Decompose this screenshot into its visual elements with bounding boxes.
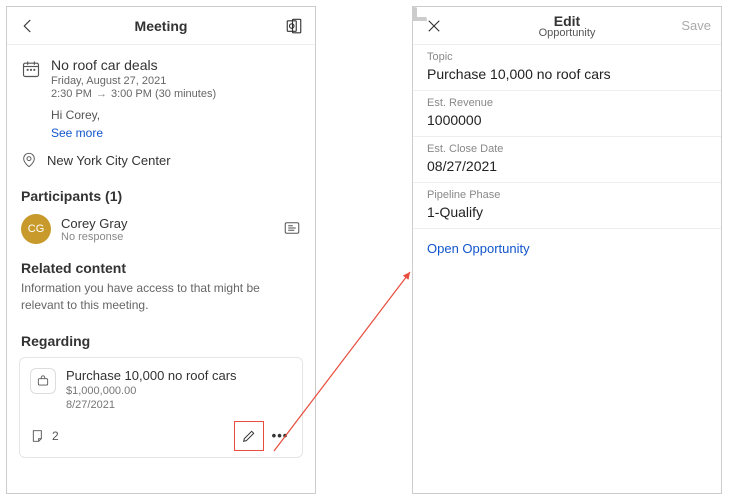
outlook-icon (285, 17, 303, 35)
location-row: New York City Center (7, 146, 315, 178)
regarding-date: 8/27/2021 (66, 399, 237, 411)
meeting-subject: No roof car deals (51, 57, 216, 73)
edit-titlebar: Edit Opportunity Save (413, 7, 721, 45)
field-close-date[interactable]: Est. Close Date 08/27/2021 (413, 137, 721, 183)
regarding-heading: Regarding (7, 323, 315, 353)
field-pipeline-phase[interactable]: Pipeline Phase 1-Qualify (413, 183, 721, 229)
regarding-revenue: $1,000,000.00 (66, 385, 237, 397)
location-icon (21, 152, 37, 168)
contact-card-icon[interactable] (283, 219, 301, 240)
close-icon (425, 17, 443, 35)
participant-row[interactable]: CG Corey Gray No response (7, 208, 315, 250)
pencil-icon (241, 428, 257, 444)
meeting-date: Friday, August 27, 2021 (51, 75, 216, 87)
location-text: New York City Center (47, 153, 171, 168)
back-button[interactable] (17, 15, 39, 37)
ellipsis-icon: ••• (272, 428, 289, 443)
related-heading: Related content (7, 250, 315, 280)
participant-name: Corey Gray (61, 216, 127, 231)
see-more-link[interactable]: See more (51, 126, 216, 140)
regarding-card[interactable]: Purchase 10,000 no roof cars $1,000,000.… (19, 357, 303, 458)
opportunity-icon (30, 368, 56, 394)
edit-subtitle: Opportunity (413, 27, 721, 39)
outlook-button[interactable] (283, 15, 305, 37)
edit-title: Edit (413, 13, 721, 29)
meeting-header: No roof car deals Friday, August 27, 202… (7, 45, 315, 146)
calendar-icon (21, 59, 41, 79)
avatar: CG (21, 214, 51, 244)
meeting-title: Meeting (7, 18, 315, 34)
field-topic[interactable]: Topic Purchase 10,000 no roof cars (413, 45, 721, 91)
save-button[interactable]: Save (681, 18, 711, 33)
participants-heading: Participants (1) (7, 178, 315, 208)
edit-button[interactable] (234, 421, 264, 451)
meeting-time: 2:30 PM→3:00 PM (30 minutes) (51, 88, 216, 100)
note-icon (30, 428, 46, 444)
meeting-panel: Meeting No roof car deals Friday, August… (6, 6, 316, 494)
chevron-left-icon (19, 17, 37, 35)
field-revenue[interactable]: Est. Revenue 1000000 (413, 91, 721, 137)
meeting-greeting: Hi Corey, (51, 108, 216, 122)
more-button[interactable]: ••• (268, 424, 292, 448)
participant-status: No response (61, 231, 127, 243)
open-opportunity-link[interactable]: Open Opportunity (413, 229, 721, 268)
edit-panel: Edit Opportunity Save Topic Purchase 10,… (412, 6, 722, 494)
meeting-titlebar: Meeting (7, 7, 315, 45)
regarding-title: Purchase 10,000 no roof cars (66, 368, 237, 383)
close-button[interactable] (423, 15, 445, 37)
related-description: Information you have access to that migh… (7, 280, 315, 323)
notes-button[interactable]: 2 (30, 428, 59, 444)
